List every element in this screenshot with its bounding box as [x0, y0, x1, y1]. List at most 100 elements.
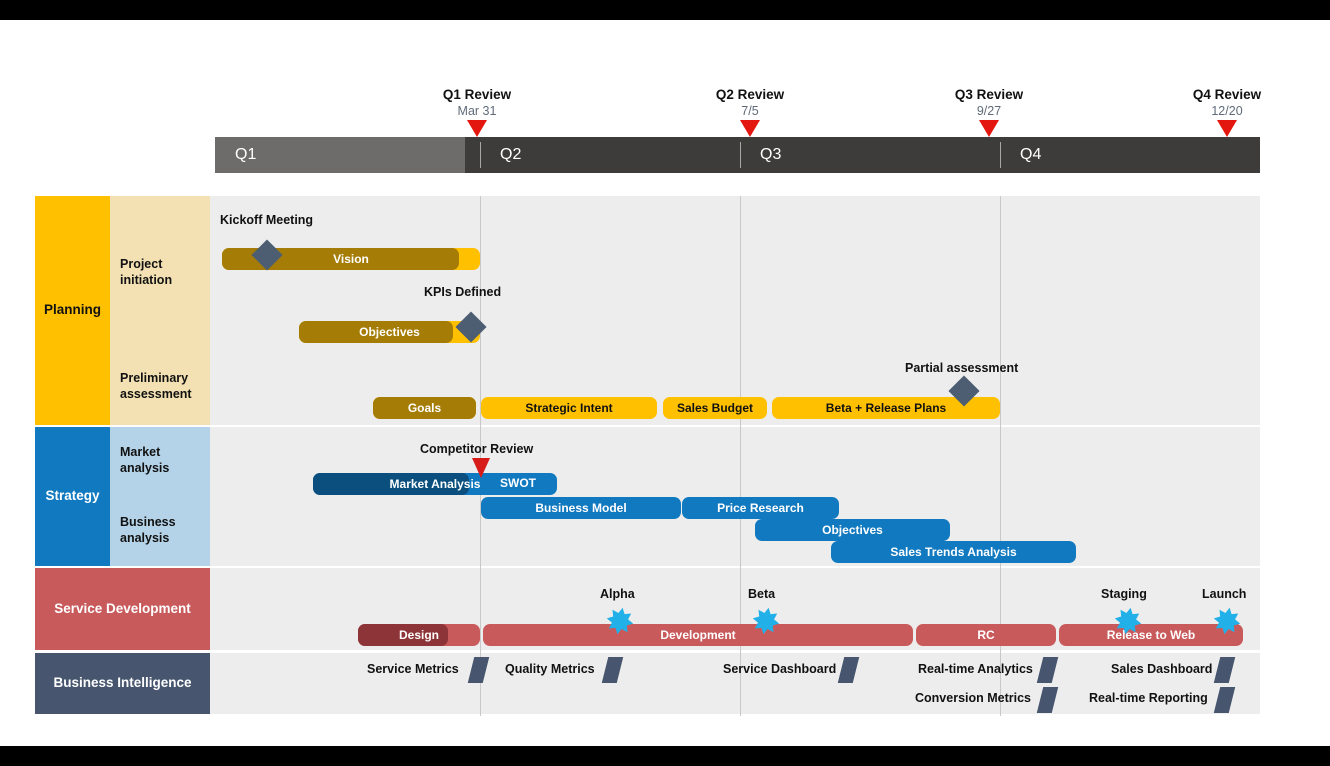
lane-area: Market Analysis SWOT [210, 427, 1260, 495]
review-marker-triangle-icon [467, 120, 487, 137]
milestone-caption: Staging [1101, 587, 1147, 601]
milestone-caption: Partial assessment [905, 361, 1019, 375]
lane-area: Vision Objectives [210, 196, 1260, 349]
quarter-label-q1: Q1 [235, 146, 257, 163]
gridline [740, 196, 741, 349]
group-category-label: Strategy [45, 488, 100, 504]
quarter-label-q4: Q4 [1020, 146, 1042, 163]
gantt-chart-canvas: Q1 Review Mar 31 Q2 Review 7/5 Q3 Review 9/27… [0, 0, 1330, 766]
review-milestone-date: 7/5 [741, 104, 759, 118]
review-milestone-date: 9/27 [976, 104, 1002, 118]
task-bar[interactable]: RC [916, 624, 1056, 646]
milestone-star-icon[interactable] [1213, 607, 1241, 635]
task-bar-label: Sales Budget [676, 401, 754, 415]
quarter-tick [740, 142, 741, 168]
quarter-tick [480, 142, 481, 168]
group-category-strategy[interactable]: Strategy [35, 427, 110, 566]
task-bar[interactable]: Price Research [682, 497, 839, 519]
milestone-caption: Service Metrics [367, 662, 459, 676]
task-bar-label: RC [977, 628, 995, 642]
task-bar[interactable]: Objectives [755, 519, 950, 541]
review-marker-triangle-icon [740, 120, 760, 137]
milestone-caption: KPIs Defined [424, 285, 502, 299]
swimlane-group-strategy: Strategy Market analysis Business analysis… [35, 427, 1260, 566]
milestone-caption: Conversion Metrics [915, 691, 1032, 705]
milestone-star-icon[interactable] [1114, 607, 1142, 635]
milestone-caption: Kickoff Meeting [220, 213, 314, 227]
task-bar[interactable]: Development [483, 624, 913, 646]
group-subrow-project-initiation[interactable]: Project initiation [110, 196, 210, 349]
group-category-label: Service Development [54, 600, 191, 616]
group-subrow-inner: Market analysis [110, 427, 210, 495]
bottom-letterbox-bar [0, 746, 1330, 766]
gridline [740, 427, 741, 495]
quarter-label-q3: Q3 [760, 146, 782, 163]
task-bar[interactable]: Business Model [481, 497, 681, 519]
review-marker-triangle-icon [979, 120, 999, 137]
group-category-planning[interactable]: Planning [35, 196, 110, 425]
group-category-service-development[interactable]: Service Development [35, 568, 210, 650]
review-milestone[interactable]: Q1 Review Mar 31 [417, 87, 537, 137]
swimlane-group-service-development: Service Development Design Development RC Re… [35, 568, 1260, 650]
review-milestone[interactable]: Q3 Review 9/27 [929, 87, 1049, 137]
task-bar-label: Objectives [359, 325, 420, 339]
group-subrow-inner: Business analysis [110, 495, 210, 566]
task-bar-label: Objectives [822, 523, 883, 537]
milestone-caption: Competitor Review [420, 442, 534, 456]
task-bar[interactable]: Strategic Intent [481, 397, 657, 419]
group-subrow-inner: Preliminary assessment [110, 349, 210, 425]
task-bar[interactable]: Sales Budget [663, 397, 767, 419]
milestone-flag-icon[interactable] [472, 458, 490, 478]
task-bar[interactable]: Objectives [299, 321, 480, 343]
milestone-star-icon[interactable] [606, 607, 634, 635]
swimlane-group-planning: Planning Project initiation Preliminary as… [35, 196, 1260, 425]
task-bar[interactable]: Sales Trends Analysis [831, 541, 1076, 563]
review-milestone-date: 12/20 [1211, 104, 1243, 118]
task-bar-label: Strategic Intent [525, 401, 613, 415]
milestone-caption: Service Dashboard [723, 662, 837, 676]
task-bar-label: Price Research [717, 501, 804, 515]
review-milestone[interactable]: Q2 Review 7/5 [690, 87, 810, 137]
gridline [480, 568, 481, 650]
group-category-label: Business Intelligence [53, 675, 192, 691]
task-bar[interactable]: Design [358, 624, 480, 646]
timeline-header: Q1 Q2 Q3 Q4 [215, 137, 1260, 173]
task-bar-label: Market Analysis [389, 477, 481, 491]
milestone-caption: Quality Metrics [505, 662, 595, 676]
milestone-caption: Beta [748, 587, 776, 601]
group-subrow-label: Business analysis [120, 514, 176, 545]
group-subrow-market-analysis[interactable]: Market analysis [110, 427, 210, 495]
review-milestone-label: Q1 Review [442, 87, 512, 102]
task-bar[interactable]: Goals [373, 397, 476, 419]
gridline [1000, 427, 1001, 495]
group-subrow-inner: Project initiation [110, 196, 210, 349]
milestone-star-icon[interactable] [752, 607, 780, 635]
group-subrow-label: Project initiation [120, 256, 173, 287]
milestone-caption: Launch [1202, 587, 1247, 601]
review-milestone-label: Q4 Review [1192, 87, 1262, 102]
task-bar-label: Design [398, 628, 439, 642]
task-bar-label: Vision [333, 252, 369, 266]
task-bar-label: SWOT [500, 476, 536, 490]
group-category-label: Planning [44, 302, 101, 318]
review-milestone-date: Mar 31 [457, 104, 497, 118]
review-marker-triangle-icon [1217, 120, 1237, 137]
top-letterbox-bar [0, 0, 1330, 20]
milestone-caption: Alpha [600, 587, 635, 601]
milestone-caption: Real-time Reporting [1089, 691, 1208, 705]
lane-area: Design Development RC Release to Web [210, 568, 1260, 650]
task-bar-label: Sales Trends Analysis [890, 545, 1017, 559]
task-bar-label: Beta + Release Plans [825, 401, 947, 415]
quarter-tick [1000, 142, 1001, 168]
group-subrow-preliminary-assessment[interactable]: Preliminary assessment [110, 349, 210, 425]
gridline [1000, 196, 1001, 349]
review-milestone-label: Q2 Review [715, 87, 785, 102]
lane-area: Business Model Price Research Objectives Sa… [210, 495, 1260, 566]
review-milestone-label: Q3 Review [954, 87, 1024, 102]
group-subrow-label: Market analysis [120, 445, 170, 475]
group-category-business-intelligence[interactable]: Business Intelligence [35, 653, 210, 714]
review-milestone[interactable]: Q4 Review 12/20 [1167, 87, 1287, 137]
group-subrow-business-analysis[interactable]: Business analysis [110, 495, 210, 566]
milestone-caption: Real-time Analytics [918, 662, 1033, 676]
task-bar-label: Goals [407, 401, 442, 415]
